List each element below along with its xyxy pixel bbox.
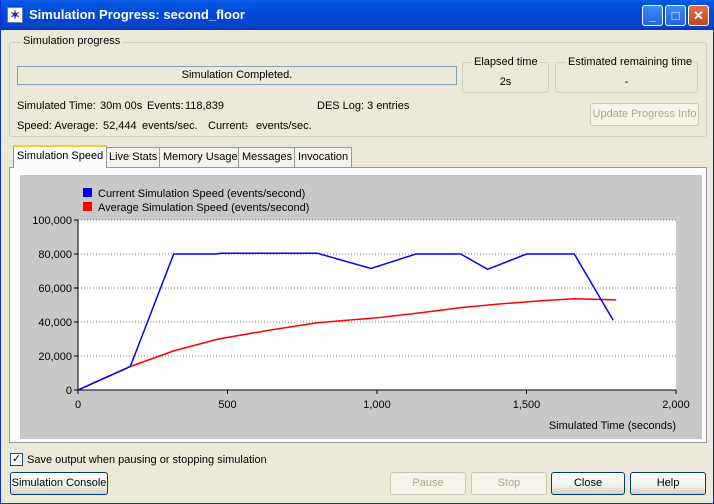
events-label: Events: <box>147 100 184 112</box>
tab-messages[interactable]: Messages <box>238 147 297 167</box>
simulation-progress-label: Simulation progress <box>21 35 123 47</box>
speed-current-label: Current: <box>208 120 248 132</box>
title-bar[interactable]: ✶ Simulation Progress: second_floor _ □ … <box>1 0 714 30</box>
y-tick-label: 0 <box>66 385 72 397</box>
remaining-time-value: - <box>624 76 629 88</box>
simulation-progress-window: ✶ Simulation Progress: second_floor _ □ … <box>0 0 714 504</box>
y-tick-label: 40,000 <box>38 317 72 329</box>
x-tick-label: 1,500 <box>513 399 541 411</box>
window-title: Simulation Progress: second_floor <box>29 7 245 22</box>
elapsed-time-value: 2s <box>499 76 512 88</box>
x-tick-label: 1,000 <box>363 399 391 411</box>
legend-label-0: Current Simulation Speed (events/second) <box>98 188 305 200</box>
status-text: Simulation Completed. <box>181 69 293 81</box>
tab-simulation-speed[interactable]: Simulation Speed <box>13 145 108 168</box>
tab-live-stats[interactable]: Live Stats <box>105 147 162 167</box>
pause-button[interactable]: Pause <box>390 472 466 495</box>
minimize-button[interactable]: _ <box>642 5 663 26</box>
y-tick-label: 80,000 <box>38 249 72 261</box>
des-log-text: DES Log: 3 entries <box>317 100 410 112</box>
chart-area: 0 20,000 40,000 60,000 80,000 100,000 0 500 1,00… <box>20 175 702 439</box>
legend-swatch-0 <box>83 188 92 197</box>
x-tick-label: 0 <box>75 399 81 411</box>
y-tick-label: 20,000 <box>38 351 72 363</box>
simulation-console-button[interactable]: Simulation Console <box>10 472 108 495</box>
plot-background <box>78 220 676 390</box>
speed-unit-1: events/sec. <box>142 120 198 132</box>
y-tick-label: 60,000 <box>38 283 72 295</box>
y-tick-label: 100,000 <box>32 215 72 227</box>
speed-current-value: - <box>245 120 249 132</box>
save-output-checkbox[interactable]: ✓ <box>10 453 23 466</box>
tab-memory-usage[interactable]: Memory Usage <box>159 147 242 167</box>
remaining-time-label: Estimated remaining time <box>566 56 695 68</box>
x-tick-label: 2,000 <box>662 399 690 411</box>
save-output-label: Save output when pausing or stopping sim… <box>27 454 267 466</box>
simulated-time-label: Simulated Time: <box>17 100 96 112</box>
tab-invocation[interactable]: Invocation <box>294 147 353 167</box>
x-axis-label: Simulated Time (seconds) <box>549 420 676 432</box>
speed-chart: 0 20,000 40,000 60,000 80,000 100,000 0 500 1,00… <box>32 188 690 432</box>
legend-label-1: Average Simulation Speed (events/second) <box>98 202 309 214</box>
update-progress-info-button[interactable]: Update Progress Info <box>590 103 699 126</box>
simulation-speed-panel: 0 20,000 40,000 60,000 80,000 100,000 0 500 1,00… <box>9 167 707 443</box>
elapsed-time-label: Elapsed time <box>472 56 540 68</box>
help-button[interactable]: Help <box>630 472 706 495</box>
x-tick-label: 500 <box>218 399 236 411</box>
speed-average-label: Speed: Average: <box>17 120 99 132</box>
events-value: 118,839 <box>185 100 224 112</box>
close-window-button[interactable]: ✕ <box>688 5 709 26</box>
stop-button[interactable]: Stop <box>471 472 547 495</box>
legend-swatch-1 <box>83 202 92 211</box>
app-icon: ✶ <box>7 7 23 23</box>
speed-average-value: 52,444 <box>103 120 137 132</box>
status-bar: Simulation Completed. <box>17 66 457 85</box>
maximize-button[interactable]: □ <box>665 5 686 26</box>
close-button[interactable]: Close <box>551 472 625 495</box>
simulated-time-value: 30m 00s <box>100 100 143 112</box>
speed-unit-2: events/sec. <box>256 120 312 132</box>
